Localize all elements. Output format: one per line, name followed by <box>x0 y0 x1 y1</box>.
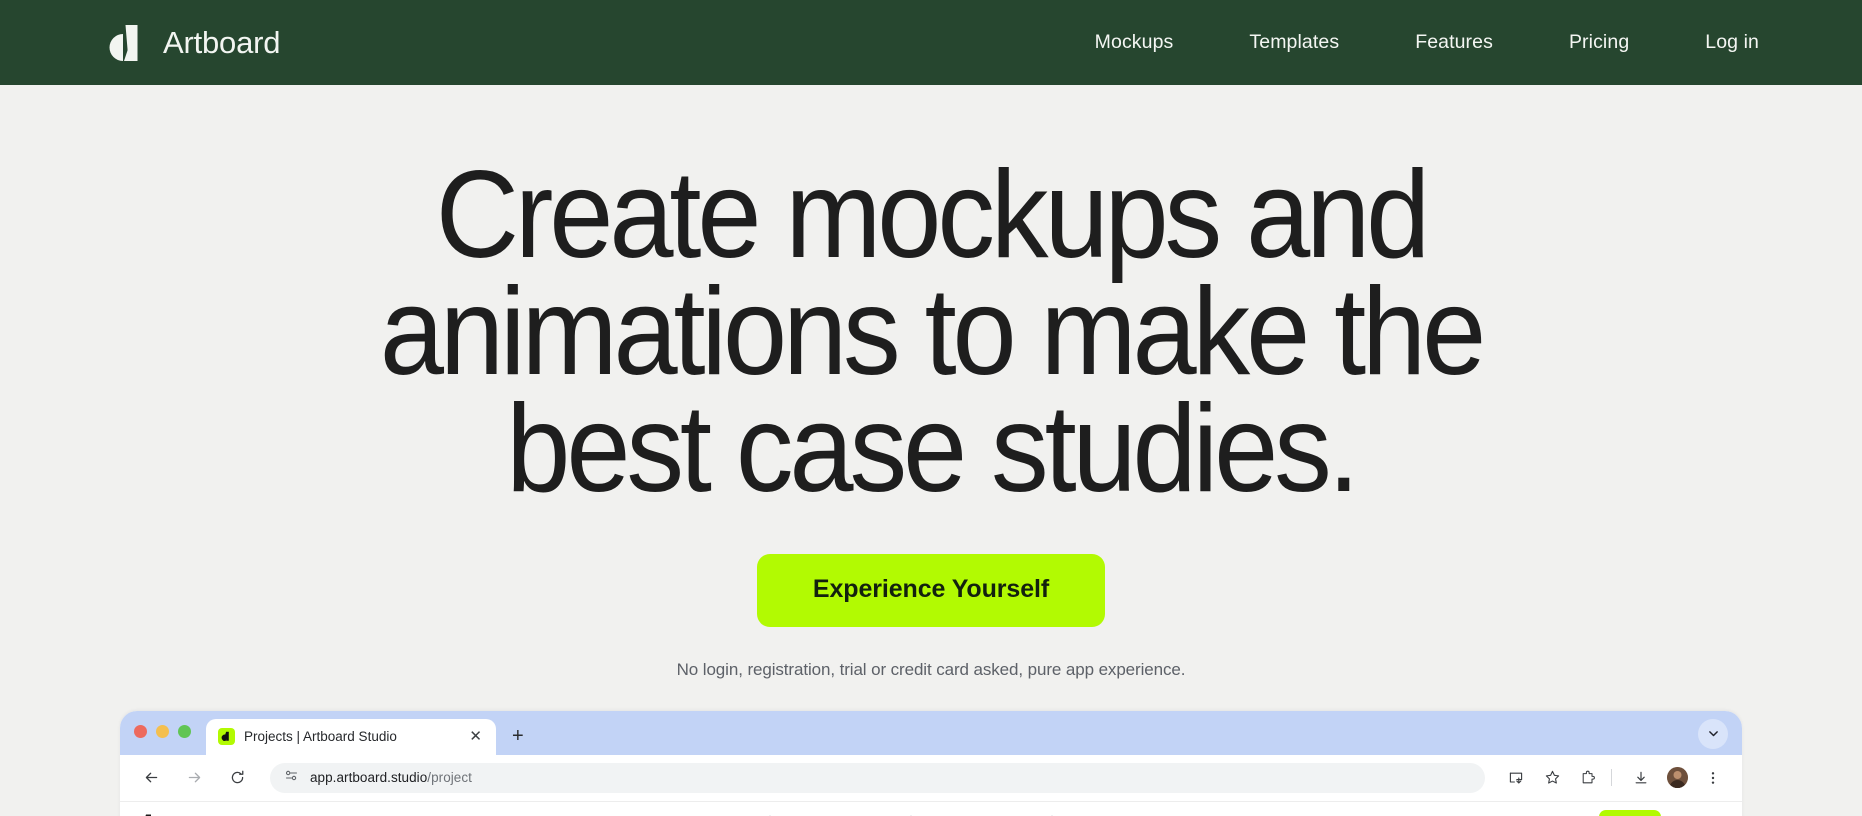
reload-icon[interactable] <box>222 763 252 793</box>
app-toolbar-right: Share % 46 <box>1599 810 1728 816</box>
maximize-window-button[interactable] <box>178 725 191 739</box>
nav-link-templates[interactable]: Templates <box>1249 21 1339 64</box>
browser-menu-icon[interactable] <box>1698 763 1728 793</box>
forward-icon[interactable] <box>179 763 209 793</box>
hero-section: Create mockups and animations to make th… <box>0 85 1862 680</box>
browser-toolbar-icons <box>1495 763 1728 793</box>
nav-link-features[interactable]: Features <box>1415 21 1493 64</box>
brand-logo[interactable]: Artboard <box>103 22 281 64</box>
url-host: app.artboard.studio <box>310 770 428 786</box>
extensions-puzzle-icon[interactable] <box>1573 763 1603 793</box>
new-tab-button[interactable]: + <box>512 726 524 746</box>
browser-toolbar: app.artboard.studio/project <box>120 754 1742 801</box>
nav-link-pricing[interactable]: Pricing <box>1569 21 1629 64</box>
brand-name: Artboard <box>163 24 281 60</box>
share-button[interactable]: Share <box>1599 810 1661 816</box>
hero-subtext: No login, registration, trial or credit … <box>676 659 1186 679</box>
lasso-icon[interactable] <box>1107 808 1139 816</box>
contrast-icon[interactable] <box>926 808 958 816</box>
shapes-icon[interactable] <box>966 808 998 816</box>
url-text: app.artboard.studio/project <box>310 770 472 785</box>
app-toolbar: Projects / Figma <box>120 800 1742 816</box>
close-icon[interactable]: ✕ <box>467 729 484 744</box>
main-navigation: Mockups Templates Features Pricing Log i… <box>1095 21 1759 64</box>
tab-title: Projects | Artboard Studio <box>244 729 397 745</box>
hero-title-line-3: best case studies. <box>506 380 1360 519</box>
address-bar[interactable]: app.artboard.studio/project <box>270 762 1485 793</box>
url-path: /project <box>427 770 472 786</box>
nav-link-login[interactable]: Log in <box>1705 21 1759 64</box>
window-controls <box>134 711 191 755</box>
page-title: Create mockups and animations to make th… <box>65 146 1797 519</box>
cta-container: Experience Yourself <box>0 553 1862 627</box>
install-app-icon[interactable] <box>1501 763 1531 793</box>
profile-avatar[interactable] <box>1662 763 1692 793</box>
grid-icon[interactable] <box>785 808 817 816</box>
magic-wand-icon[interactable] <box>865 808 897 816</box>
tab-list-chevron-down-icon[interactable] <box>1698 718 1728 749</box>
hero-title-line-1: Create mockups and <box>435 146 1431 284</box>
artboard-logo-icon <box>109 24 138 61</box>
downloads-icon[interactable] <box>1626 763 1656 793</box>
browser-window: Projects | Artboard Studio ✕ + app.artbo… <box>120 710 1742 816</box>
smart-object-icon[interactable] <box>724 808 756 816</box>
nav-link-mockups[interactable]: Mockups <box>1095 21 1174 64</box>
duplicate-icon[interactable] <box>1006 808 1038 816</box>
hero-title-line-2: animations to make the <box>379 263 1486 402</box>
minimize-window-button[interactable] <box>156 725 169 739</box>
toolbar-divider <box>1611 769 1612 787</box>
close-window-button[interactable] <box>134 725 147 739</box>
experience-yourself-button[interactable]: Experience Yourself <box>756 553 1106 627</box>
site-header: Artboard Mockups Templates Features Pric… <box>0 0 1862 85</box>
browser-mockup: Projects | Artboard Studio ✕ + app.artbo… <box>0 710 1862 816</box>
browser-tab[interactable]: Projects | Artboard Studio ✕ <box>206 718 496 755</box>
bookmark-star-icon[interactable] <box>1537 763 1567 793</box>
artboard-icon[interactable] <box>1067 808 1099 816</box>
layout-icon[interactable] <box>825 808 857 816</box>
app-tool-palette <box>720 808 1143 816</box>
artboard-favicon-icon <box>218 728 235 746</box>
back-icon[interactable] <box>136 763 166 793</box>
browser-tabstrip: Projects | Artboard Studio ✕ + <box>120 710 1742 755</box>
site-settings-icon[interactable] <box>284 768 299 788</box>
